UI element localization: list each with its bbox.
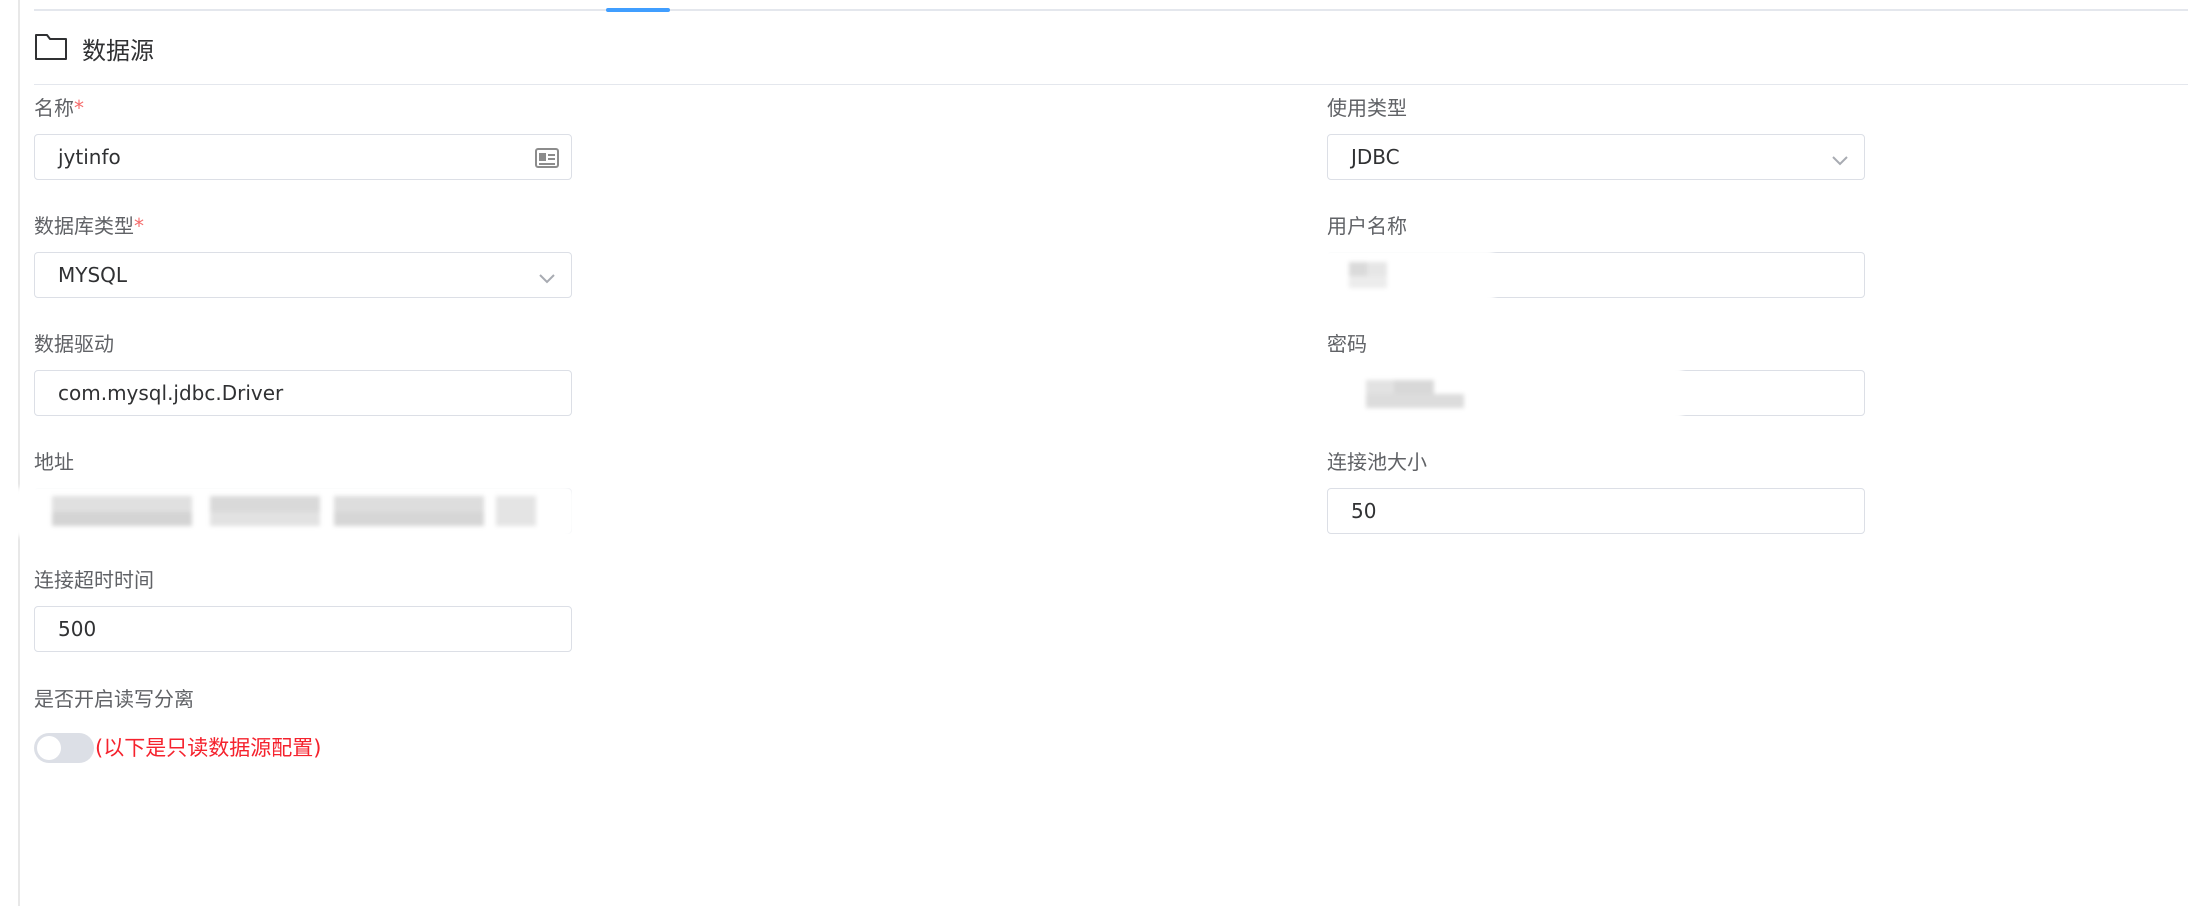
section-title: 数据源 [82, 36, 154, 65]
password-redaction [1318, 366, 1684, 420]
section-divider [34, 84, 2188, 85]
id-card-icon[interactable] [535, 147, 559, 169]
timeout-value: 500 [58, 617, 97, 641]
tab-bar-line [34, 9, 2188, 11]
usage-type-label: 使用类型 [1327, 96, 1407, 120]
timeout-input[interactable]: 500 [34, 606, 572, 652]
db-type-value: MYSQL [58, 263, 128, 287]
toggle-knob [37, 736, 61, 760]
username-label: 用户名称 [1327, 214, 1407, 238]
left-panel-border [18, 0, 20, 906]
db-type-label: 数据库类型* [34, 214, 144, 238]
driver-input[interactable]: com.mysql.jdbc.Driver [34, 370, 572, 416]
active-tab-indicator [606, 8, 670, 12]
pool-size-input[interactable]: 50 [1327, 488, 1865, 534]
pool-size-label: 连接池大小 [1327, 450, 1427, 474]
usage-type-select[interactable]: JDBC [1327, 134, 1865, 180]
usage-type-value: JDBC [1351, 145, 1400, 169]
db-type-select[interactable]: MYSQL [34, 252, 572, 298]
name-label: 名称* [34, 96, 84, 120]
driver-label: 数据驱动 [34, 332, 114, 356]
chevron-down-icon [1828, 149, 1852, 171]
section-header: 数据源 [34, 28, 154, 68]
timeout-label: 连接超时时间 [34, 568, 154, 592]
name-input[interactable]: jytinfo [34, 134, 572, 180]
username-redaction [1316, 250, 1496, 302]
read-write-split-label: 是否开启读写分离 [34, 687, 194, 711]
folder-icon [34, 31, 68, 65]
pool-size-value: 50 [1351, 499, 1377, 523]
read-write-split-toggle[interactable] [34, 733, 94, 763]
driver-value: com.mysql.jdbc.Driver [58, 381, 284, 405]
address-label: 地址 [34, 450, 74, 474]
password-label: 密码 [1327, 332, 1367, 356]
name-value: jytinfo [58, 145, 121, 169]
address-redaction [14, 486, 574, 538]
chevron-down-icon [535, 267, 559, 289]
read-write-split-note: (以下是只读数据源配置) [95, 736, 322, 760]
